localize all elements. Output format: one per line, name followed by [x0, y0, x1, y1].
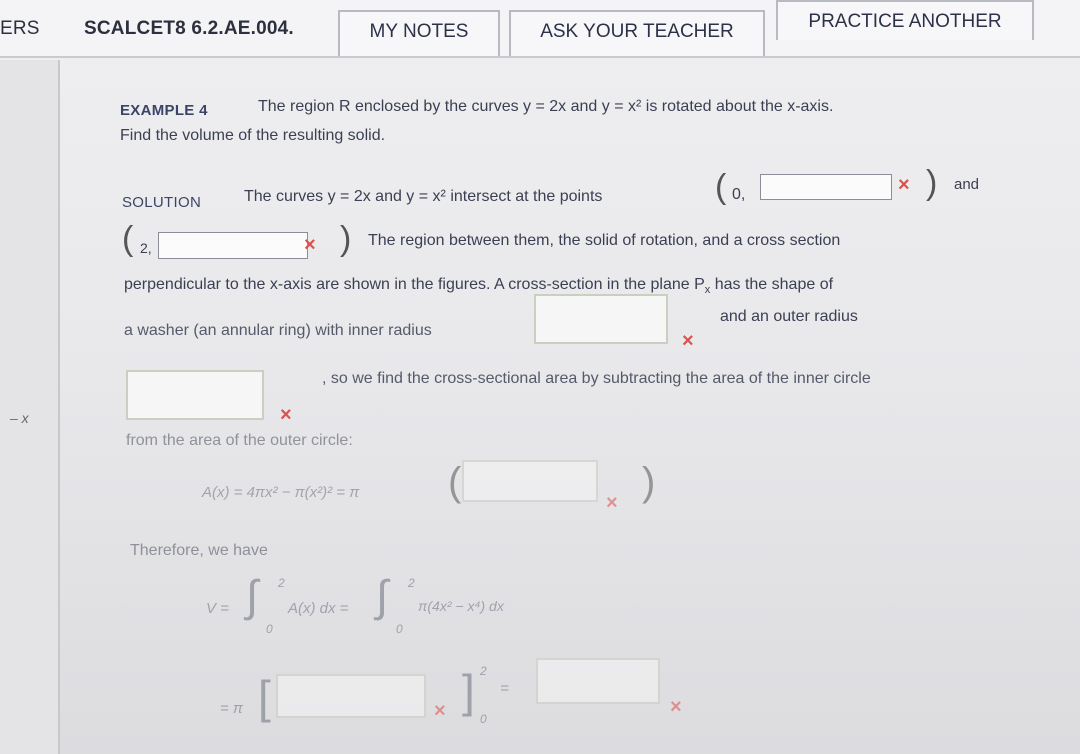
problem-statement-1: The region R enclosed by the curves y = …: [258, 98, 834, 115]
open-bracket: [: [258, 671, 271, 723]
integral-sign-2: ∫: [376, 572, 389, 621]
solution-line-2: The region between them, the solid of ro…: [368, 232, 841, 249]
solution-line-3: perpendicular to the x-axis are shown in…: [124, 276, 833, 296]
inner-radius-input[interactable]: [534, 294, 668, 344]
point1-y-input[interactable]: [760, 174, 892, 200]
axis-mark: – x: [10, 410, 29, 426]
point2-y-input[interactable]: [158, 232, 308, 259]
solution-line-5: , so we find the cross-sectional area by…: [322, 370, 871, 387]
integral-lower-2: 0: [396, 622, 403, 636]
wrong-icon: ×: [304, 234, 316, 256]
cut-tab-label: ERS: [0, 18, 40, 39]
wrong-icon: ×: [898, 174, 910, 196]
open-paren-2: (: [122, 220, 134, 258]
integrand-1: A(x) dx =: [288, 600, 349, 617]
solution-line-3-text: perpendicular to the x-axis are shown in…: [124, 276, 705, 293]
wrong-icon: ×: [280, 404, 292, 426]
main-content: EXAMPLE 4 The region R enclosed by the c…: [60, 60, 1080, 754]
ask-teacher-button[interactable]: ASK YOUR TEACHER: [509, 10, 765, 56]
close-bracket: ]: [462, 665, 475, 717]
open-paren-1: (: [715, 168, 727, 206]
therefore-text: Therefore, we have: [130, 542, 268, 559]
point2-prefix: 2,: [140, 240, 152, 256]
final-volume-input[interactable]: [536, 658, 660, 704]
integral-sign-1: ∫: [246, 572, 259, 621]
integrand-2: π(4x² − x⁴) dx: [418, 598, 504, 614]
integral-lower-1: 0: [266, 622, 273, 636]
solution-line-1: The curves y = 2x and y = x² intersect a…: [244, 188, 603, 205]
solution-line-4-end: and an outer radius: [720, 308, 858, 325]
wrong-icon: ×: [682, 330, 694, 352]
wrong-icon: ×: [670, 696, 682, 718]
wrong-icon: ×: [606, 492, 618, 514]
practice-another-button[interactable]: PRACTICE ANOTHER: [776, 0, 1034, 40]
close-paren-1: ): [926, 164, 938, 202]
integral-upper-2: 2: [408, 576, 415, 590]
close-paren-2: ): [340, 220, 352, 258]
equals-pi: = π: [220, 700, 243, 717]
bracket-upper: 2: [480, 664, 487, 678]
area-formula: A(x) = 4πx² − π(x²)² = π: [202, 484, 360, 501]
top-bar: ERS SCALCET8 6.2.AE.004. MY NOTES ASK YO…: [0, 0, 1080, 58]
solution-line-4: a washer (an annular ring) with inner ra…: [124, 322, 432, 339]
antiderivative-input[interactable]: [276, 674, 426, 718]
and-text: and: [954, 176, 980, 193]
solution-line-6: from the area of the outer circle:: [126, 432, 353, 449]
wrong-icon: ×: [434, 700, 446, 722]
integral-upper-1: 2: [278, 576, 285, 590]
solution-line-3-end: has the shape of: [714, 276, 834, 293]
solution-label: SOLUTION: [122, 194, 202, 211]
bracket-lower: 0: [480, 712, 487, 726]
plane-subscript: x: [704, 284, 711, 297]
left-panel-edge: – x: [0, 60, 60, 754]
outer-radius-input[interactable]: [126, 370, 264, 420]
point1-prefix: 0,: [732, 186, 746, 203]
area-expr-input[interactable]: [462, 460, 598, 502]
equals-sign: =: [500, 680, 509, 697]
course-code: SCALCET8 6.2.AE.004.: [84, 18, 294, 39]
problem-statement-2: Find the volume of the resulting solid.: [120, 127, 386, 144]
close-paren-area: ): [642, 460, 656, 504]
open-paren-area: (: [448, 460, 462, 504]
my-notes-button[interactable]: MY NOTES: [338, 10, 500, 56]
volume-lhs: V =: [206, 600, 229, 617]
example-label: EXAMPLE 4: [120, 102, 208, 119]
